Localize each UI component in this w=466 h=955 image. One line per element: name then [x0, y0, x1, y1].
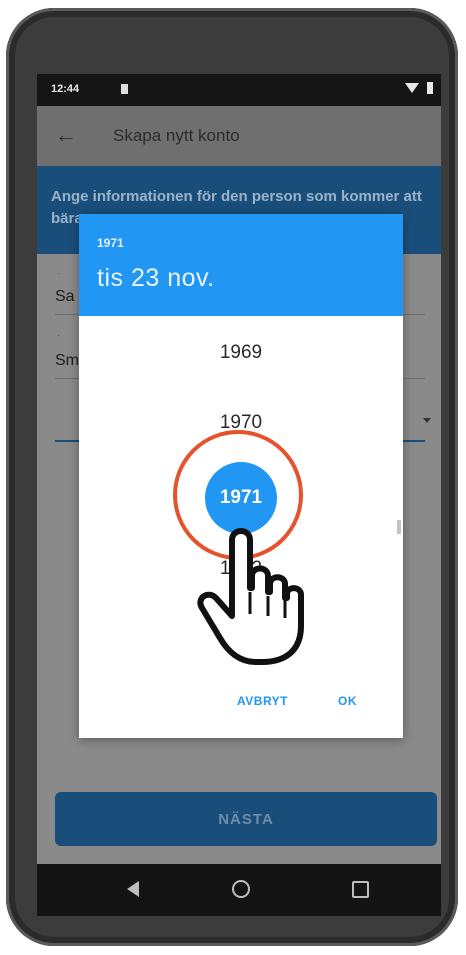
page-title: Skapa nytt konto: [113, 126, 240, 145]
wifi-icon: [405, 83, 419, 93]
first-name-field[interactable]: Sa: [55, 288, 75, 306]
year-option[interactable]: 1969: [79, 342, 403, 364]
system-nav-bar: [37, 864, 441, 916]
field-label-last: ·: [57, 330, 60, 340]
nav-home-icon[interactable]: [232, 880, 250, 898]
dialog-header: 1971 tis 23 nov.: [79, 214, 403, 316]
status-time: 12:44: [51, 83, 80, 95]
app-bar: ← Skapa nytt konto: [37, 106, 441, 166]
ok-button[interactable]: OK: [338, 694, 357, 708]
nav-back-icon[interactable]: [127, 881, 139, 897]
cancel-button[interactable]: AVBRYT: [237, 694, 288, 708]
field-label-first: ·: [57, 268, 60, 278]
status-bar: 12:44: [37, 74, 441, 106]
notification-icon: [121, 84, 128, 94]
tap-hand-icon: [197, 528, 304, 665]
next-button[interactable]: NÄSTA: [55, 792, 437, 846]
back-icon[interactable]: ←: [55, 122, 77, 148]
scrollbar[interactable]: [397, 520, 401, 534]
dialog-date-header[interactable]: tis 23 nov.: [97, 264, 215, 293]
chevron-down-icon[interactable]: [423, 418, 431, 423]
last-name-field[interactable]: Sm: [55, 352, 79, 370]
battery-icon: [427, 82, 433, 94]
nav-recents-icon[interactable]: [352, 881, 369, 898]
dialog-year-header[interactable]: 1971: [97, 236, 124, 250]
